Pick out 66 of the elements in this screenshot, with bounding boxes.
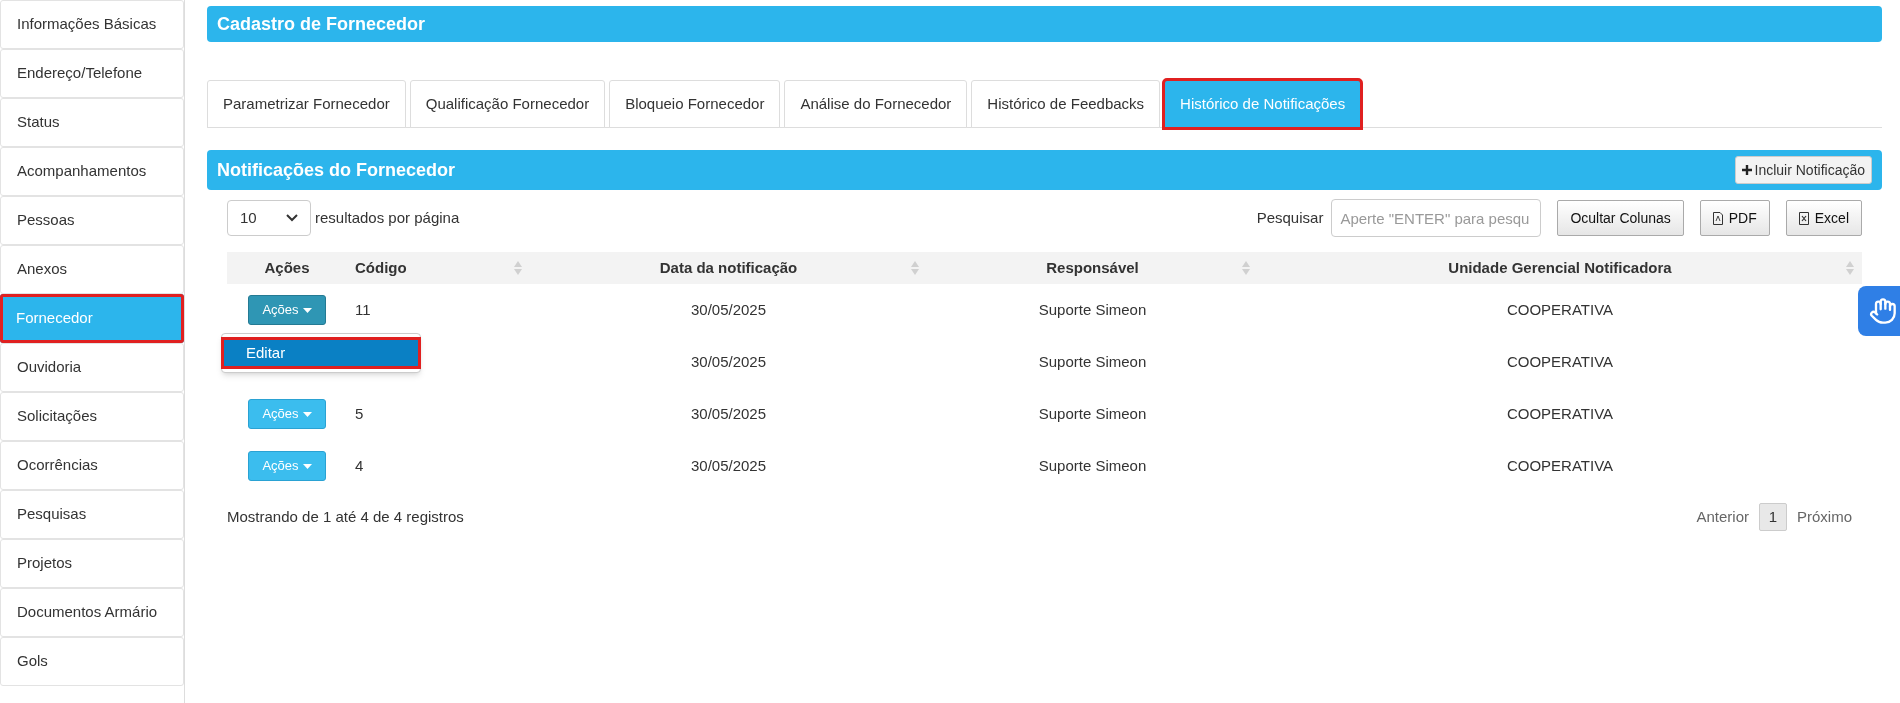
table-info: Mostrando de 1 até 4 de 4 registros (227, 506, 464, 527)
search-field[interactable]: Aperte "ENTER" para pesqu (1331, 199, 1542, 237)
add-notification-button[interactable]: Incluir Notificação (1734, 156, 1872, 184)
spreadsheet-icon (1798, 211, 1809, 225)
table-cell: Suporte Simeon (1038, 456, 1147, 474)
page-size-select[interactable]: 10 (227, 200, 311, 236)
sidebar-item[interactable]: Documentos Armário (0, 588, 184, 637)
page-title: Cadastro de Fornecedor (207, 6, 1882, 42)
sort-icon (911, 261, 919, 275)
table-cell: 11 (355, 300, 371, 318)
column-header[interactable]: Código (355, 256, 407, 280)
column-header[interactable]: Responsável (1046, 256, 1139, 280)
table-cell: 30/05/2025 (690, 456, 767, 474)
table-cell: COOPERATIVA (1506, 456, 1614, 474)
sidebar-item[interactable]: Anexos (0, 245, 184, 294)
sort-icon (514, 261, 522, 275)
sidebar-item[interactable]: Ouvidoria (0, 343, 184, 392)
tab[interactable]: Bloqueio Fornecedor (609, 80, 781, 128)
table-cell: 30/05/2025 (690, 352, 767, 370)
sidebar-item[interactable]: Pesquisas (0, 490, 184, 539)
table-cell: Suporte Simeon (1038, 404, 1147, 422)
column-header[interactable]: Data da notificação (659, 256, 798, 280)
table-cell: Suporte Simeon (1038, 300, 1147, 318)
table-cell: 30/05/2025 (690, 300, 767, 318)
sidebar-item[interactable]: Ocorrências (0, 441, 184, 490)
tab[interactable]: Análise do Fornecedor (784, 80, 968, 128)
sidebar-item[interactable]: Projetos (0, 539, 184, 588)
table-cell: 4 (355, 456, 364, 474)
caret-icon (302, 307, 312, 313)
caret-icon (302, 411, 312, 417)
table-cell: COOPERATIVA (1506, 352, 1614, 370)
table-cell: Suporte Simeon (1038, 352, 1147, 370)
table-cell: COOPERATIVA (1506, 300, 1614, 318)
sidebar-item[interactable]: Informações Básicas (0, 0, 184, 49)
sidebar-item[interactable]: Pessoas (0, 196, 184, 245)
document-icon (1712, 211, 1723, 225)
chevron-down-icon (286, 214, 298, 222)
sidebar-item[interactable]: Solicitações (0, 392, 184, 441)
tab[interactable]: Qualificação Fornecedor (409, 80, 606, 128)
previous-link[interactable]: Anterior (1696, 505, 1749, 529)
table-cell: COOPERATIVA (1506, 404, 1614, 422)
sort-icon (1242, 261, 1250, 275)
table-cell: 30/05/2025 (690, 404, 767, 422)
tab[interactable]: Histórico de Feedbacks (971, 80, 1161, 128)
column-header[interactable]: Unidade Gerencial Notificadora (1448, 256, 1672, 280)
search-label: Pesquisar (1256, 207, 1324, 228)
page-size-label: resultados por página (315, 207, 460, 228)
page-button[interactable]: 1 (1759, 503, 1787, 531)
pdf-button[interactable]: PDF (1699, 200, 1770, 236)
sidebar-item[interactable]: Endereço/Telefone (0, 49, 184, 98)
sort-icon (1846, 261, 1854, 275)
hide-columns-button[interactable]: Ocultar Colunas (1557, 200, 1684, 236)
excel-button[interactable]: Excel (1785, 200, 1862, 236)
caret-icon (302, 463, 312, 469)
section-title: Notificações do Fornecedor (217, 158, 456, 182)
column-header: Ações (264, 257, 310, 278)
menu-item[interactable]: Editar (222, 338, 420, 368)
sidebar-item[interactable]: Status (0, 98, 184, 147)
accessibility-button[interactable] (1858, 286, 1900, 336)
hand-icon (1869, 297, 1897, 325)
table-cell: 5 (355, 404, 364, 422)
sidebar-item[interactable]: Acompanhamentos (0, 147, 184, 196)
plus-icon (1741, 165, 1752, 175)
next-link[interactable]: Próximo (1797, 505, 1852, 529)
tab[interactable]: Parametrizar Fornecedor (207, 80, 406, 128)
sidebar-item[interactable]: Gols (0, 637, 184, 686)
